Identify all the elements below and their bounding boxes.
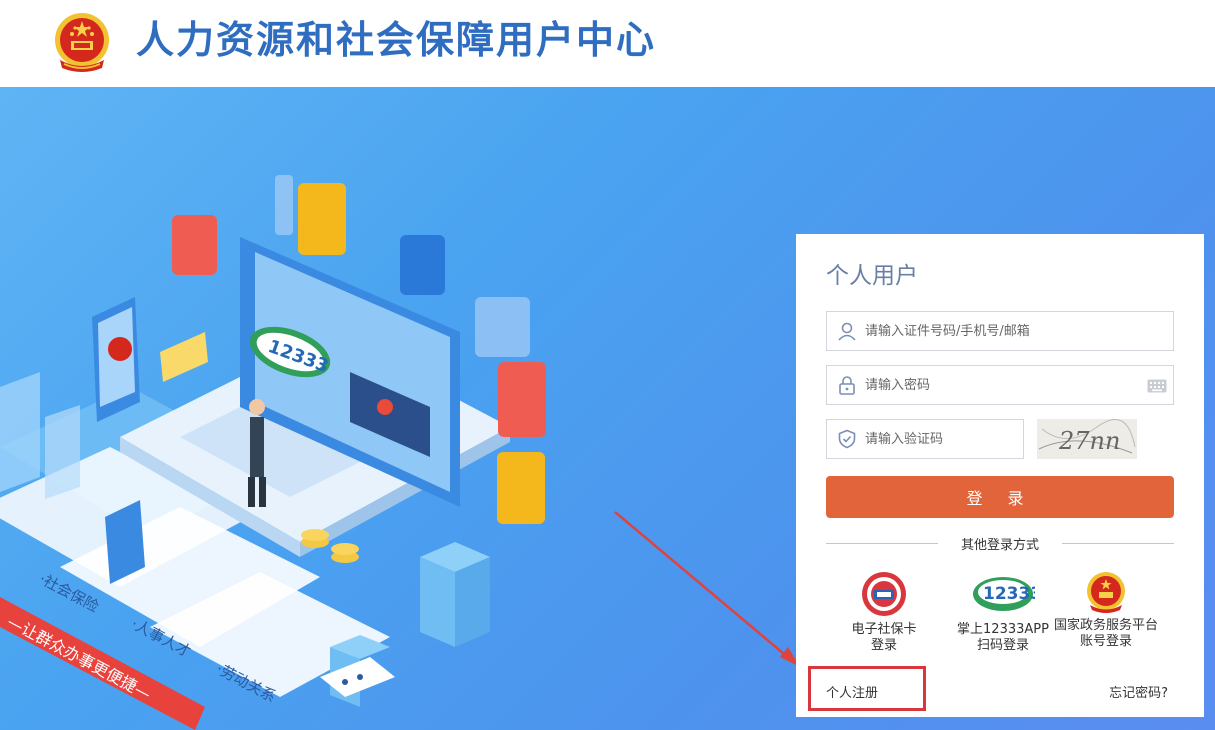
gov-platform-line2: 账号登录 xyxy=(1079,634,1132,649)
other-login-divider: 其他登录方式 xyxy=(826,534,1174,554)
divider-line-right xyxy=(1062,543,1174,544)
app-12333-line2: 扫码登录 xyxy=(976,638,1029,653)
gov-platform-line1: 国家政务服务平台 xyxy=(1053,618,1158,633)
captcha-image[interactable]: 27nn xyxy=(1037,419,1137,459)
forgot-password-link[interactable]: 忘记密码? xyxy=(1109,682,1168,701)
keyboard-icon[interactable] xyxy=(1147,379,1167,393)
gov-platform-login[interactable]: 国家政务服务平台 账号登录 xyxy=(1046,570,1166,650)
login-button[interactable]: 登 录 xyxy=(826,476,1174,518)
service-illustration: 12333 ·社会保险 ·人事人才 ·劳动关系 —让群众办事更便捷— xyxy=(0,175,546,730)
login-panel: 个人用户 27nn xyxy=(796,234,1204,717)
social-security-card-login[interactable]: 电子社保卡 登录 xyxy=(824,570,944,654)
register-link[interactable]: 个人注册 xyxy=(826,682,878,701)
account-input[interactable] xyxy=(865,312,1165,350)
shield-check-icon xyxy=(838,429,856,449)
panel-title: 个人用户 xyxy=(826,263,918,289)
password-input[interactable] xyxy=(865,366,1135,404)
site-title: 人力资源和社会保障用户中心 xyxy=(136,18,657,62)
user-icon xyxy=(838,322,856,341)
12333-app-icon: 12333 xyxy=(973,577,1035,611)
site-header: 人力资源和社会保障用户中心 xyxy=(0,0,1215,87)
app-12333-login[interactable]: 12333 掌上12333APP 扫码登录 xyxy=(943,570,1063,654)
social-security-card-icon xyxy=(862,572,906,616)
svg-text:12333: 12333 xyxy=(983,584,1035,604)
password-field[interactable] xyxy=(826,365,1174,405)
social-card-line1: 电子社保卡 xyxy=(851,622,917,637)
app-12333-line1: 掌上12333APP xyxy=(957,622,1049,637)
national-emblem-icon xyxy=(1087,572,1125,613)
national-emblem-icon xyxy=(55,13,109,72)
account-field[interactable] xyxy=(826,311,1174,351)
lock-icon xyxy=(839,376,855,395)
captcha-text: 27nn xyxy=(1058,427,1120,455)
captcha-field[interactable] xyxy=(826,419,1024,459)
social-card-line2: 登录 xyxy=(870,638,897,653)
captcha-input[interactable] xyxy=(865,420,1015,458)
